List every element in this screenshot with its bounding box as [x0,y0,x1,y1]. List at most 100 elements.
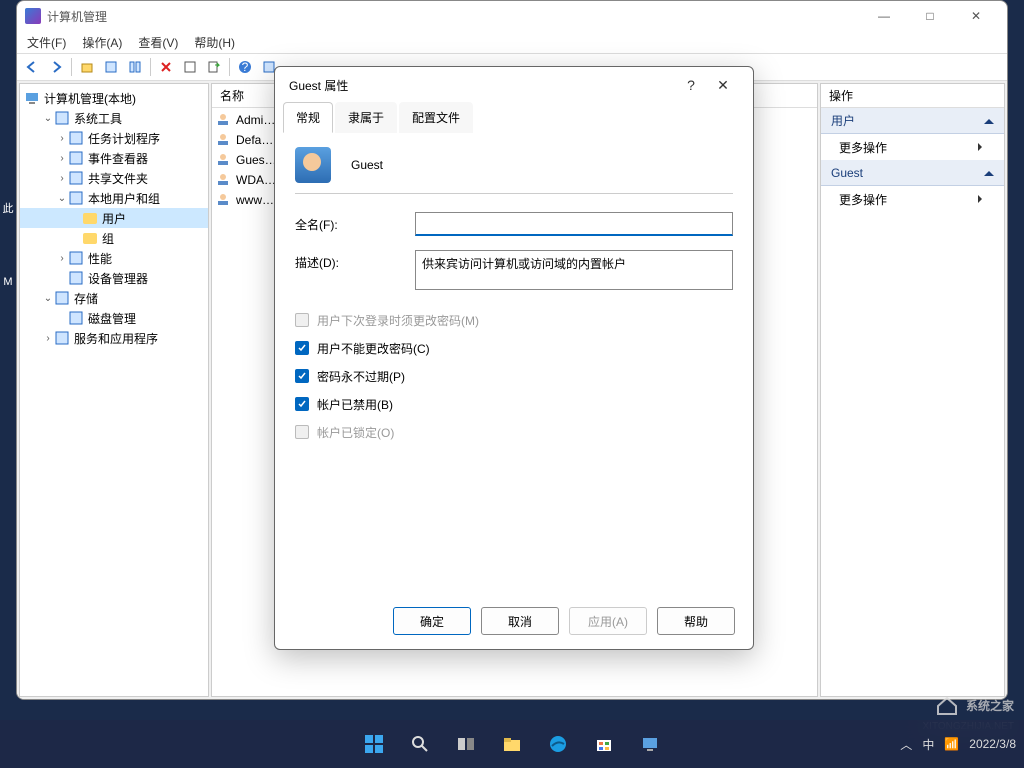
action-item[interactable]: 更多操作 [821,134,1004,160]
event-icon [68,150,84,166]
checkbox[interactable] [295,341,309,355]
cancel-button[interactable]: 取消 [481,607,559,635]
taskbar[interactable]: ︿ 中 📶 2022/3/8 [0,720,1024,768]
dialog-close-button[interactable]: ✕ [707,77,739,94]
checkbox-label: 密码永不过期(P) [317,368,405,385]
dialog-titlebar[interactable]: Guest 属性 ? ✕ [275,67,753,103]
dialog-help-button[interactable]: ? [675,77,707,93]
tree-item[interactable]: ⌄本地用户和组 [20,188,208,208]
tools-icon [54,110,70,126]
checkbox [295,425,309,439]
fullname-input[interactable] [415,212,733,236]
tray-network-icon[interactable]: 📶 [944,737,959,751]
collapse-icon [984,114,994,124]
menubar: 文件(F) 操作(A) 查看(V) 帮助(H) [17,31,1007,53]
close-button[interactable]: ✕ [953,1,999,31]
tree-item[interactable]: ›任务计划程序 [20,128,208,148]
up-button[interactable] [76,56,98,78]
fullname-label: 全名(F): [295,212,415,233]
tree-item[interactable]: 磁盘管理 [20,308,208,328]
tray-ime-icon[interactable]: 中 [922,736,934,753]
description-input[interactable] [415,250,733,290]
users-icon [68,190,84,206]
tree-item[interactable]: ⌄系统工具 [20,108,208,128]
start-button[interactable] [354,724,394,764]
services-icon [54,330,70,346]
tab-profile[interactable]: 配置文件 [399,102,473,133]
checkbox[interactable] [295,397,309,411]
checkbox-row: 用户下次登录时须更改密码(M) [295,306,733,334]
ok-button[interactable]: 确定 [393,607,471,635]
device-icon [68,270,84,286]
tray-clock[interactable]: 2022/3/8 [969,737,1016,751]
tab-member-of[interactable]: 隶属于 [335,102,397,133]
chevron-right-icon [978,195,986,203]
properties-button[interactable] [100,56,122,78]
tab-general[interactable]: 常规 [283,102,333,133]
help-button[interactable]: ? [234,56,256,78]
delete-button[interactable] [155,56,177,78]
tree-item[interactable]: 设备管理器 [20,268,208,288]
search-button[interactable] [400,724,440,764]
columns-button[interactable] [124,56,146,78]
guest-properties-dialog: Guest 属性 ? ✕ 常规 隶属于 配置文件 Guest 全名(F): 描述… [274,66,754,650]
house-icon [934,692,960,718]
user-icon [216,192,232,208]
clock-icon [68,130,84,146]
checkbox[interactable] [295,369,309,383]
dialog-tabs: 常规 隶属于 配置文件 [275,103,753,133]
checkbox-label: 用户不能更改密码(C) [317,340,430,357]
back-button[interactable] [21,56,43,78]
storage-icon [54,290,70,306]
tree-item[interactable]: ›事件查看器 [20,148,208,168]
titlebar[interactable]: 计算机管理 — □ ✕ [17,1,1007,31]
actions-panel: 操作 用户更多操作Guest更多操作 [820,83,1005,697]
checkbox-row[interactable]: 用户不能更改密码(C) [295,334,733,362]
menu-view[interactable]: 查看(V) [132,32,184,53]
tree-item[interactable]: ›服务和应用程序 [20,328,208,348]
compmgmt-taskbar-button[interactable] [630,724,670,764]
dialog-title: Guest 属性 [289,77,675,94]
export-button[interactable] [203,56,225,78]
checkbox-row[interactable]: 帐户已禁用(B) [295,390,733,418]
svg-text:?: ? [242,60,249,74]
help-button[interactable]: 帮助 [657,607,735,635]
menu-help[interactable]: 帮助(H) [188,32,241,53]
checkbox [295,313,309,327]
computer-icon [24,90,40,106]
user-icon [216,112,232,128]
menu-action[interactable]: 操作(A) [76,32,128,53]
tree-item[interactable]: ›共享文件夹 [20,168,208,188]
checkbox-label: 用户下次登录时须更改密码(M) [317,312,479,329]
menu-file[interactable]: 文件(F) [21,32,72,53]
desktop-edge: 此M [0,200,16,288]
perf-icon [68,250,84,266]
tree-root[interactable]: 计算机管理(本地) [20,88,208,108]
minimize-button[interactable]: — [861,1,907,31]
explorer-button[interactable] [492,724,532,764]
edge-button[interactable] [538,724,578,764]
forward-button[interactable] [45,56,67,78]
action-group-header[interactable]: Guest [821,160,1004,186]
tree-item[interactable]: ⌄存储 [20,288,208,308]
share-icon [68,170,84,186]
task-view-button[interactable] [446,724,486,764]
checkbox-row[interactable]: 密码永不过期(P) [295,362,733,390]
tree-item[interactable]: 组 [20,228,208,248]
description-label: 描述(D): [295,250,415,271]
apply-button[interactable]: 应用(A) [569,607,647,635]
tree-item[interactable]: ›性能 [20,248,208,268]
action-group-header[interactable]: 用户 [821,108,1004,134]
tray-chevron-icon[interactable]: ︿ [900,736,912,753]
window-title: 计算机管理 [47,8,861,25]
action-item[interactable]: 更多操作 [821,186,1004,212]
tree-item[interactable]: 用户 [20,208,208,228]
disk-icon [68,310,84,326]
maximize-button[interactable]: □ [907,1,953,31]
refresh-button[interactable] [179,56,201,78]
folder-icon [82,230,98,246]
user-icon [216,132,232,148]
nav-tree[interactable]: 计算机管理(本地) ⌄系统工具›任务计划程序›事件查看器›共享文件夹⌄本地用户和… [20,84,208,352]
store-button[interactable] [584,724,624,764]
dialog-username: Guest [351,158,383,172]
